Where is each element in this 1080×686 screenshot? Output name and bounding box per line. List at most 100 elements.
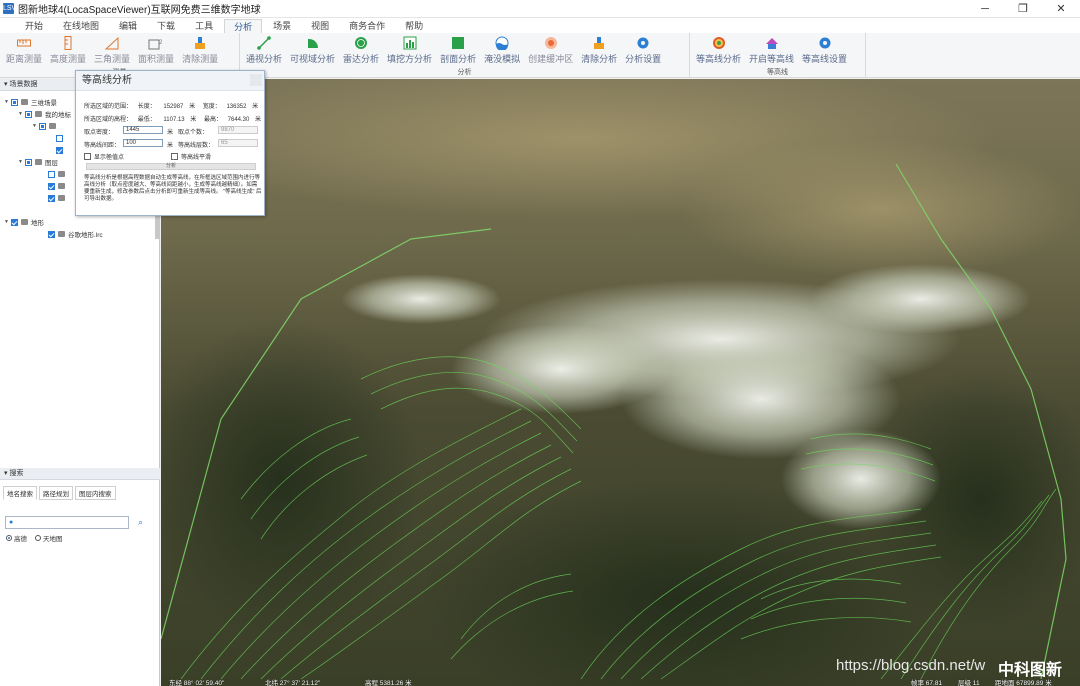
ribbon-group-analysis-label: 分析	[457, 69, 472, 76]
tab-route-planning[interactable]: 路径规划	[39, 486, 73, 500]
terrain-icon	[21, 219, 28, 225]
show-extreme-row[interactable]: 显示極值点	[84, 152, 124, 161]
sample-density-input[interactable]: 1445	[123, 126, 163, 134]
tab-edit[interactable]: 编辑	[110, 19, 146, 33]
tree-item-layer-3[interactable]	[48, 193, 68, 203]
analyze-button[interactable]: 分析	[86, 163, 256, 170]
search-icon[interactable]: ⌕	[138, 517, 143, 528]
tab-analysis[interactable]: 分析	[224, 19, 263, 33]
clear-icon	[591, 35, 607, 51]
minimize-button[interactable]: ─	[966, 0, 1004, 18]
checkbox[interactable]	[48, 194, 55, 202]
checkbox[interactable]	[39, 122, 46, 130]
tree-item-layers[interactable]: ▼ 图层	[18, 157, 58, 167]
tab-download[interactable]: 下载	[148, 19, 184, 33]
tab-view[interactable]: 视图	[302, 19, 338, 33]
gear-icon	[635, 35, 651, 51]
ruler-icon	[16, 35, 32, 51]
buffer-icon	[543, 35, 559, 51]
tab-online-map[interactable]: 在线地图	[54, 19, 108, 33]
radio-gaode[interactable]	[6, 535, 12, 541]
triangle-icon	[104, 35, 120, 51]
app-icon: LSV	[3, 3, 17, 14]
show-extreme-checkbox[interactable]	[84, 153, 91, 160]
width-value: 136352	[226, 104, 247, 110]
watermark-url: https://blog.csdn.net/w	[836, 657, 986, 674]
tree-item-terrain[interactable]: ▼ 地形	[4, 217, 44, 227]
expand-icon[interactable]: ▼	[18, 159, 24, 165]
ribbon-group-contour: 等高线分析 开启等高线 等高线设置 等高线	[690, 33, 866, 78]
checkbox[interactable]	[25, 110, 32, 118]
terrain-file-icon	[58, 231, 65, 237]
close-button[interactable]: ✕	[1042, 0, 1080, 18]
terrain-view[interactable]	[161, 79, 1080, 686]
dialog-description: 等高线分析是根据高程数据自动生成等高线，在所框选区域范围内进行等高线分析（取点密…	[84, 175, 262, 202]
level-readout: 层级 11	[958, 680, 980, 686]
expand-icon[interactable]: ▼	[4, 219, 10, 225]
checkbox[interactable]	[11, 218, 18, 226]
expand-icon[interactable]: ▼	[4, 99, 10, 105]
fps-readout: 帧率 67.81	[911, 680, 943, 686]
layer-icon	[58, 171, 65, 177]
search-header: ▾ 搜索	[0, 468, 160, 480]
globe-icon	[21, 99, 28, 105]
contour-interval-label: 等高线间距：	[84, 143, 121, 149]
elevation-row: 所选区域的高程： 最低： 1107.13 米 最高： 7644.30 米	[84, 117, 262, 123]
placemark-icon	[35, 111, 42, 117]
expand-icon[interactable]: ▼	[18, 111, 24, 117]
contour-icon	[711, 35, 727, 51]
menu-bar: 开始 在线地图 编辑 下载 工具 分析 场景 视图 商务合作 帮助	[0, 18, 1080, 33]
checkbox[interactable]	[56, 134, 63, 142]
checkbox[interactable]	[25, 158, 32, 166]
tree-item-sub-2[interactable]	[56, 145, 66, 155]
tree-item-folder[interactable]: ▼	[32, 121, 59, 131]
tree-item-layer-2[interactable]	[48, 181, 68, 191]
longitude-readout: 东经 88° 02' 59.40"	[169, 680, 225, 686]
viewshed-icon	[305, 35, 321, 51]
sample-count-label: 取点个数：	[178, 130, 209, 136]
layer-icon	[58, 183, 65, 189]
smooth-checkbox[interactable]	[171, 153, 178, 160]
dialog-title: 等高线分析	[76, 71, 264, 91]
range-row: 所选区域的范围： 长度： 152987 米 宽度： 136352 米	[84, 104, 259, 110]
tab-business[interactable]: 商务合作	[340, 19, 394, 33]
tree-item-layer-1[interactable]	[48, 169, 68, 179]
checkbox[interactable]	[48, 170, 55, 178]
tree-item-my-placemarks[interactable]: ▼ 我的地标	[18, 109, 71, 119]
tab-help[interactable]: 帮助	[396, 19, 432, 33]
tab-layer-search[interactable]: 图层内搜索	[75, 486, 116, 500]
close-icon[interactable]	[250, 74, 262, 86]
radio-tianditu[interactable]	[35, 535, 41, 541]
contour-layers-label: 等高线层数：	[178, 143, 215, 149]
min-elevation-value: 1107.13	[163, 117, 185, 123]
broom-icon	[192, 35, 208, 51]
contour-interval-input[interactable]: 100	[123, 139, 163, 147]
expand-icon[interactable]: ▼	[32, 123, 38, 129]
tree-item-google-terrain[interactable]: 谷歌地形.lrc	[48, 229, 103, 239]
tab-start[interactable]: 开始	[16, 19, 52, 33]
checkbox[interactable]	[48, 182, 55, 190]
sight-line-icon	[256, 35, 272, 51]
maximize-button[interactable]: ❐	[1004, 0, 1042, 18]
svg-text:2: 2	[159, 40, 163, 46]
search-input[interactable]: ●	[5, 516, 129, 529]
checkbox[interactable]	[48, 230, 55, 238]
smooth-row[interactable]: 等高线平滑	[171, 152, 211, 161]
tree-item-sub-1[interactable]	[56, 133, 66, 143]
max-elevation-value: 7644.30	[227, 117, 250, 123]
status-bar: 东经 88° 02' 59.40" 北纬 27° 37' 21.12" 高程 5…	[161, 676, 1080, 686]
tab-tools[interactable]: 工具	[186, 19, 222, 33]
contour-layers-field: 65	[218, 139, 258, 147]
tab-scene[interactable]: 场景	[264, 19, 300, 33]
length-value: 152987	[163, 104, 184, 110]
checkbox[interactable]	[56, 146, 63, 154]
tree-item-3d-scene[interactable]: ▼ 三维场景	[4, 97, 57, 107]
map-viewport[interactable]	[161, 79, 1080, 686]
tab-place-search[interactable]: 地名搜索	[3, 486, 37, 500]
ribbon-group-contour-label: 等高线	[767, 69, 788, 76]
folder-icon	[49, 123, 56, 129]
profile-icon	[450, 35, 466, 51]
location-pin-icon: ●	[9, 519, 14, 526]
latitude-readout: 北纬 27° 37' 21.12"	[265, 680, 321, 686]
checkbox[interactable]	[11, 98, 18, 106]
